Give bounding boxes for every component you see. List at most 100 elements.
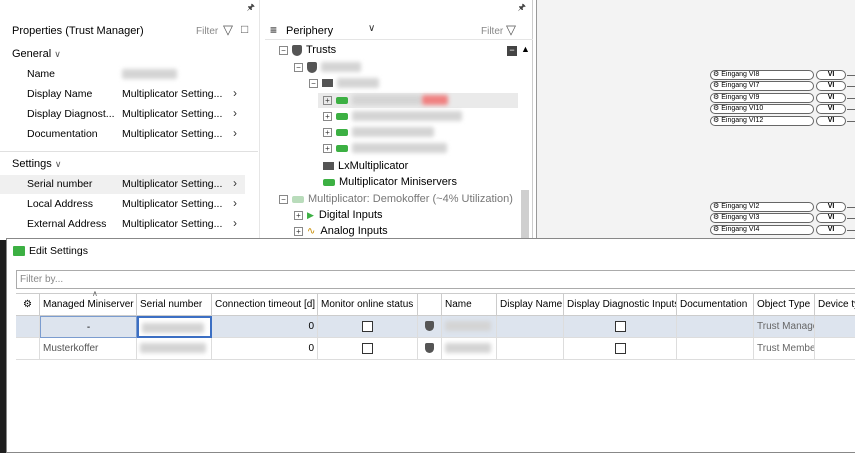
redacted-label — [352, 143, 447, 154]
column-header-icon[interactable] — [418, 294, 442, 316]
collapse-icon[interactable]: − — [294, 62, 303, 72]
column-header[interactable]: Managed Miniserver — [40, 294, 137, 316]
section-general[interactable]: General ∨ — [12, 48, 61, 60]
row-selector[interactable] — [16, 338, 40, 360]
property-row[interactable]: Local Address Multiplicator Setting... › — [0, 195, 258, 214]
signal-block[interactable]: ⚙ Eingang VI10 VI — [710, 104, 855, 115]
chevron-right-icon[interactable]: › — [233, 196, 237, 210]
cell-serial[interactable] — [137, 338, 212, 360]
signal-block[interactable]: ⚙ Eingang VI2 VI — [710, 202, 855, 213]
pin-icon[interactable]: 🖈 — [247, 0, 255, 16]
expand-icon[interactable]: + — [323, 127, 332, 137]
cell-timeout[interactable]: 0 — [212, 316, 318, 338]
menu-icon[interactable]: ≡ — [270, 23, 277, 37]
signal-block[interactable]: ⚙ Eingang VI8 VI — [710, 70, 855, 81]
monitor-checkbox[interactable] — [362, 321, 373, 332]
tree-label: Digital Inputs — [318, 209, 383, 221]
cell-documentation[interactable] — [677, 338, 754, 360]
column-settings-gear[interactable]: ⚙ — [16, 294, 40, 316]
pin-icon[interactable]: 🖈 — [518, 0, 526, 16]
column-header[interactable]: Display Diagnostic Inputs — [564, 294, 677, 316]
filter-input[interactable]: Filter by... — [16, 270, 855, 289]
tree-item-miniserver[interactable]: + — [323, 142, 447, 158]
collapse-icon[interactable]: − — [279, 45, 288, 55]
signal-block[interactable]: ⚙ Eingang VI9 VI — [710, 93, 855, 104]
property-row[interactable]: Name — [0, 65, 258, 84]
filter-label[interactable]: Filter — [196, 26, 218, 37]
chevron-right-icon[interactable]: › — [233, 126, 237, 140]
cell-documentation[interactable] — [677, 316, 754, 338]
property-row[interactable]: External Address Multiplicator Setting..… — [0, 215, 258, 234]
row-selector[interactable] — [16, 316, 40, 338]
property-row-selected[interactable]: Serial number Multiplicator Setting... › — [0, 175, 245, 194]
filter-icon[interactable]: ▽ — [506, 22, 516, 38]
tree-item-demokoffer[interactable]: − Multiplicator: Demokoffer (~4% Utilizat… — [279, 193, 513, 209]
cell-monitor[interactable] — [318, 316, 418, 338]
cell-timeout[interactable]: 0 — [212, 338, 318, 360]
expand-icon[interactable]: + — [294, 226, 303, 236]
scroll-up-icon[interactable]: ▲ — [521, 44, 530, 54]
signal-block[interactable]: ⚙ Eingang VI7 VI — [710, 81, 855, 92]
chevron-right-icon[interactable]: › — [233, 106, 237, 120]
column-header[interactable]: Connection timeout [d] — [212, 294, 318, 316]
signal-block[interactable]: ⚙ Eingang VI3 VI — [710, 213, 855, 224]
tree-item-miniserver[interactable]: + — [323, 94, 448, 110]
column-header[interactable]: Display Name — [497, 294, 564, 316]
expand-icon[interactable]: + — [323, 95, 332, 105]
cell-display-name[interactable] — [497, 316, 564, 338]
chevron-right-icon[interactable]: › — [233, 216, 237, 230]
cell-display-name[interactable] — [497, 338, 564, 360]
filter-clear-icon[interactable]: □ — [241, 22, 248, 36]
expand-icon[interactable]: + — [294, 210, 303, 220]
cell-name[interactable] — [442, 316, 497, 338]
tree-item-digital-inputs[interactable]: + ▶ Digital Inputs — [294, 209, 383, 225]
cell-managed[interactable]: Musterkoffer — [40, 338, 137, 360]
expand-icon[interactable]: + — [323, 143, 332, 153]
filter-icon[interactable]: ▽ — [223, 22, 233, 38]
column-header[interactable]: Monitor online status — [318, 294, 418, 316]
tree-item-lxmultiplicator[interactable]: LxMultiplicator — [323, 160, 408, 176]
filter-label[interactable]: Filter — [481, 26, 503, 37]
chevron-down-icon[interactable]: ∨ — [368, 23, 375, 34]
collapse-icon[interactable]: − — [309, 78, 318, 88]
tree-item-folder[interactable]: − — [309, 77, 379, 93]
chevron-right-icon[interactable]: › — [233, 86, 237, 100]
property-row[interactable]: Documentation Multiplicator Setting... › — [0, 125, 258, 144]
signal-block[interactable]: ⚙ Eingang VI4 VI — [710, 225, 855, 236]
column-header[interactable]: Name — [442, 294, 497, 316]
column-header[interactable]: Documentation — [677, 294, 754, 316]
gear-icon[interactable]: ⚙ — [23, 299, 32, 310]
section-settings[interactable]: Settings ∨ — [12, 158, 61, 170]
miniserver-icon — [323, 178, 335, 186]
tree-item-miniserver[interactable]: + — [323, 110, 462, 126]
cell-icon — [418, 316, 442, 338]
redacted-label — [337, 78, 379, 89]
collapse-icon[interactable]: − — [279, 194, 288, 204]
expand-icon[interactable]: + — [323, 111, 332, 121]
periphery-title[interactable]: Periphery — [286, 25, 333, 37]
signal-label: Eingang VI3 — [721, 214, 760, 221]
column-header[interactable]: Device typ — [815, 294, 855, 316]
tree-item-miniserver[interactable]: + — [323, 126, 434, 142]
diag-checkbox[interactable] — [614, 343, 626, 354]
collapse-all-icon[interactable]: − — [507, 46, 517, 56]
diag-checkbox[interactable] — [614, 321, 626, 332]
tree-item-trust[interactable]: − — [294, 61, 361, 77]
cell-serial[interactable] — [137, 316, 212, 338]
column-header[interactable]: Serial number — [137, 294, 212, 316]
tree-item-trusts[interactable]: − Trusts — [279, 44, 336, 60]
chevron-right-icon[interactable]: › — [233, 176, 237, 190]
property-value: Multiplicator Setting... — [122, 178, 223, 190]
cell-monitor[interactable] — [318, 338, 418, 360]
column-header[interactable]: Object Type — [754, 294, 815, 316]
scrollbar-thumb[interactable] — [521, 190, 529, 238]
tree-item-multiplicator-miniservers[interactable]: Multiplicator Miniservers — [323, 176, 457, 192]
signal-block[interactable]: ⚙ Eingang VI12 VI — [710, 116, 855, 127]
property-row[interactable]: Display Name Multiplicator Setting... › — [0, 85, 258, 104]
monitor-checkbox[interactable] — [362, 343, 373, 354]
cell-diag[interactable] — [564, 338, 677, 360]
cell-diag[interactable] — [564, 316, 677, 338]
cell-managed[interactable]: - — [40, 316, 137, 338]
cell-name[interactable] — [442, 338, 497, 360]
property-row[interactable]: Display Diagnost... Multiplicator Settin… — [0, 105, 258, 124]
